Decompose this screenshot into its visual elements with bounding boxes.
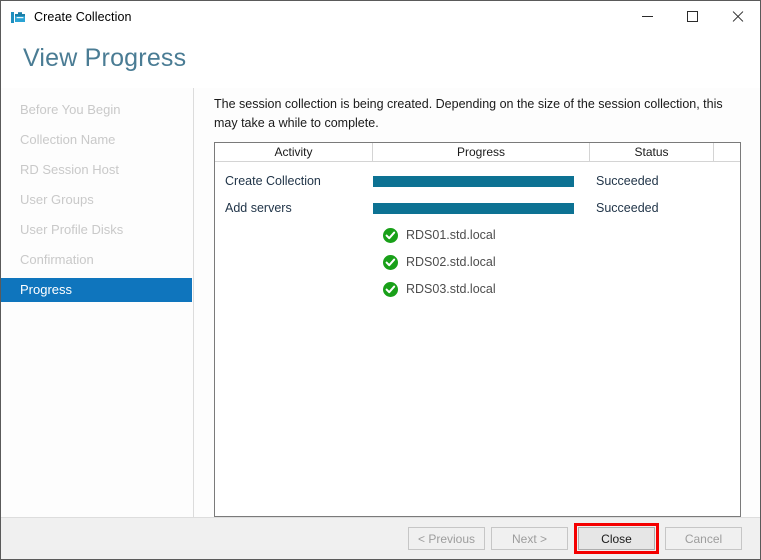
create-collection-window: Create Collection View Progress Before Y…	[0, 0, 761, 560]
table-row: Create Collection Succeeded	[215, 168, 740, 195]
activity-label: Create Collection	[215, 174, 373, 188]
success-check-icon	[383, 255, 398, 270]
close-button[interactable]: Close	[578, 527, 655, 550]
table-row: Add servers Succeeded	[215, 195, 740, 222]
sidebar-item-collection-name[interactable]: Collection Name	[1, 128, 193, 152]
progress-bar	[373, 203, 574, 214]
server-name: RDS03.std.local	[406, 282, 496, 296]
server-name: RDS02.std.local	[406, 255, 496, 269]
column-header-spacer	[714, 143, 740, 162]
column-header-progress[interactable]: Progress	[373, 143, 590, 162]
list-item: RDS02.std.local	[215, 249, 740, 276]
success-check-icon	[383, 228, 398, 243]
main-content: The session collection is being created.…	[194, 88, 760, 517]
close-window-button[interactable]	[715, 1, 760, 32]
maximize-button[interactable]	[670, 1, 715, 32]
progress-bar	[373, 176, 574, 187]
close-button-highlight: Close	[574, 523, 659, 554]
progress-bar-fill	[373, 203, 574, 214]
sidebar-item-confirmation[interactable]: Confirmation	[1, 248, 193, 272]
list-item: RDS03.std.local	[215, 276, 740, 303]
activity-label: Add servers	[215, 201, 373, 215]
status-label: Succeeded	[590, 174, 714, 188]
server-name: RDS01.std.local	[406, 228, 496, 242]
next-button[interactable]: Next >	[491, 527, 568, 550]
column-header-activity[interactable]: Activity	[215, 143, 373, 162]
list-item: RDS01.std.local	[215, 222, 740, 249]
maximize-icon	[687, 11, 698, 22]
cancel-button[interactable]: Cancel	[665, 527, 742, 550]
table-body: Create Collection Succeeded Add servers	[215, 162, 740, 303]
sidebar-item-user-groups[interactable]: User Groups	[1, 188, 193, 212]
window-controls	[625, 1, 760, 32]
progress-cell	[373, 176, 590, 187]
progress-table: Activity Progress Status Create Collecti…	[214, 142, 741, 518]
page-title: View Progress	[1, 32, 760, 88]
wizard-footer: < Previous Next > Close Cancel	[1, 517, 760, 559]
sidebar-item-rd-session-host[interactable]: RD Session Host	[1, 158, 193, 182]
description-text: The session collection is being created.…	[214, 88, 741, 142]
minimize-icon	[642, 16, 653, 17]
progress-bar-fill	[373, 176, 574, 187]
title-bar: Create Collection	[1, 1, 760, 32]
table-header-row: Activity Progress Status	[215, 143, 740, 162]
status-label: Succeeded	[590, 201, 714, 215]
wizard-steps-sidebar: Before You Begin Collection Name RD Sess…	[1, 88, 194, 517]
sidebar-item-user-profile-disks[interactable]: User Profile Disks	[1, 218, 193, 242]
sidebar-item-before-you-begin[interactable]: Before You Begin	[1, 98, 193, 122]
previous-button[interactable]: < Previous	[408, 527, 485, 550]
minimize-button[interactable]	[625, 1, 670, 32]
success-check-icon	[383, 282, 398, 297]
collection-icon	[10, 9, 26, 25]
progress-cell	[373, 203, 590, 214]
wizard-body: Before You Begin Collection Name RD Sess…	[1, 88, 760, 517]
window-title: Create Collection	[34, 10, 132, 24]
sidebar-item-progress[interactable]: Progress	[1, 278, 192, 302]
close-icon	[731, 10, 744, 23]
column-header-status[interactable]: Status	[590, 143, 714, 162]
